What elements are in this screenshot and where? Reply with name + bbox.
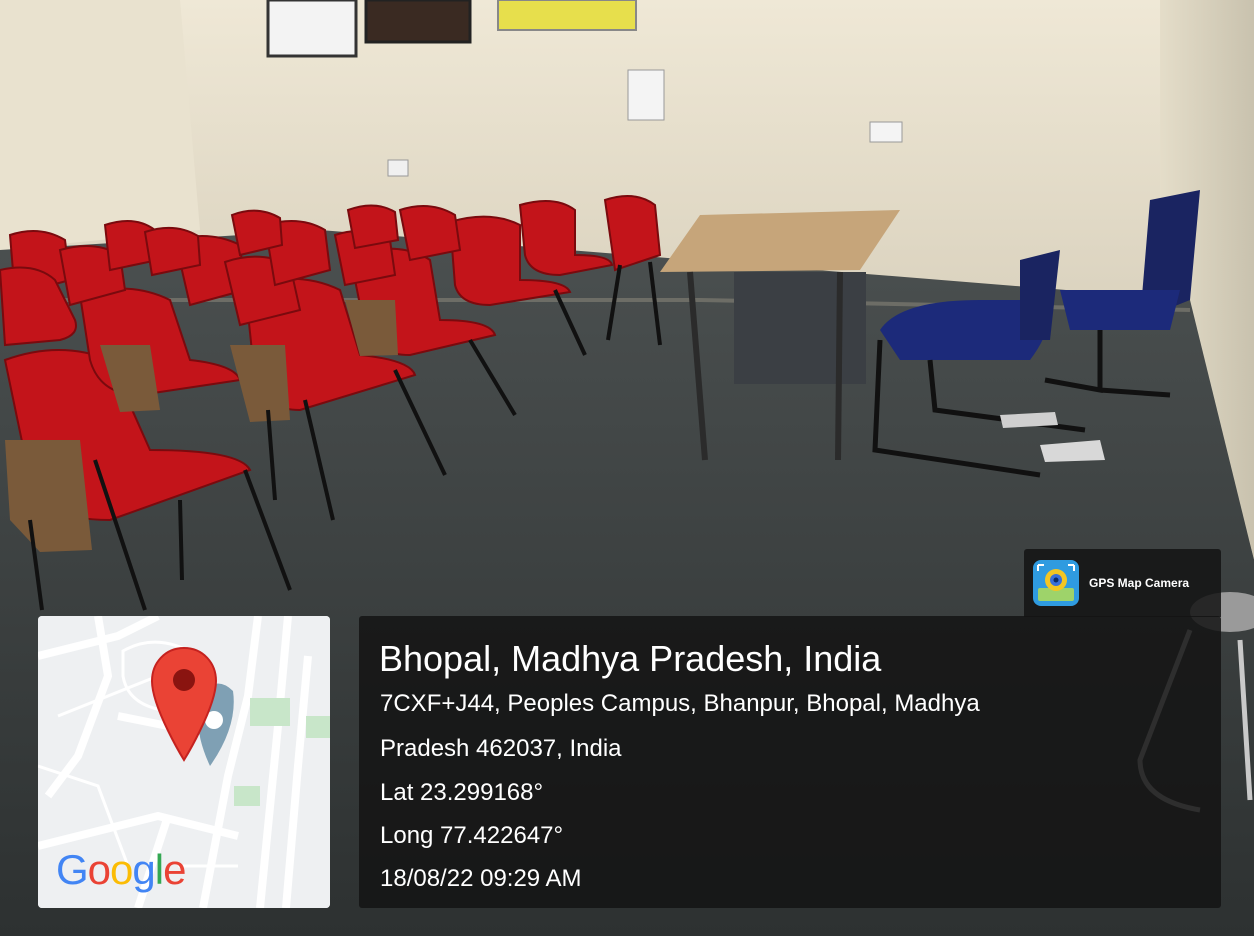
google-logo-letter: g <box>132 846 155 893</box>
address-line-1: 7CXF+J44, Peoples Campus, Bhanpur, Bhopa… <box>380 690 980 717</box>
google-logo-letter: e <box>163 846 186 893</box>
google-logo-letter: o <box>87 846 111 893</box>
datetime: 18/08/22 09:29 AM <box>380 865 582 892</box>
location-map-thumbnail[interactable]: Google <box>38 616 330 908</box>
google-logo-letter: o <box>110 846 133 893</box>
google-logo: Google <box>56 846 186 894</box>
badge-label: GPS Map Camera <box>1089 576 1190 590</box>
address-line-2: Pradesh 462037, India <box>380 735 622 762</box>
longitude: Long 77.422647° <box>380 822 564 849</box>
google-logo-letter: G <box>56 846 89 893</box>
gps-map-camera-badge: GPS Map Camera <box>1024 549 1221 617</box>
location-info-panel: Bhopal, Madhya Pradesh, India 7CXF+J44, … <box>359 616 1221 908</box>
map-pin-icon <box>150 646 218 762</box>
latitude: Lat 23.299168° <box>380 779 544 806</box>
google-logo-letter: l <box>154 846 164 893</box>
gps-map-camera-icon <box>1033 560 1079 606</box>
location-title: Bhopal, Madhya Pradesh, India <box>379 638 882 679</box>
